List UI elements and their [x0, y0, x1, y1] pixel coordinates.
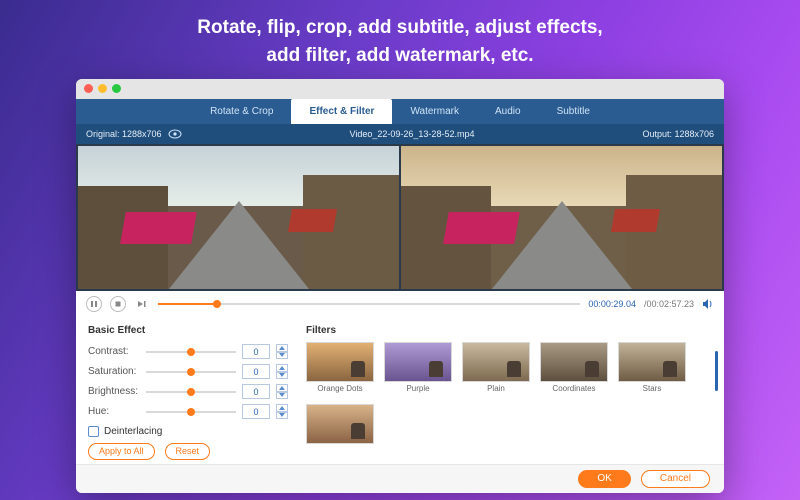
- window-close-button[interactable]: [84, 84, 93, 93]
- brightness-value[interactable]: 0: [242, 384, 270, 399]
- filter-stars[interactable]: Stars: [618, 342, 686, 396]
- controls-area: Basic Effect Contrast: 0 Saturation: 0: [76, 317, 724, 464]
- brightness-stepper[interactable]: [276, 384, 288, 399]
- brightness-step-up[interactable]: [276, 384, 288, 392]
- brightness-slider[interactable]: [146, 387, 236, 397]
- filter-name: Orange Dots: [317, 384, 362, 393]
- filter-name: Stars: [643, 384, 662, 393]
- preview-output: [401, 146, 722, 289]
- tab-subtitle[interactable]: Subtitle: [539, 99, 608, 125]
- hue-slider[interactable]: [146, 407, 236, 417]
- contrast-value[interactable]: 0: [242, 344, 270, 359]
- basic-effect-panel: Basic Effect Contrast: 0 Saturation: 0: [88, 325, 288, 460]
- deinterlacing-label: Deinterlacing: [104, 426, 162, 437]
- ok-button[interactable]: OK: [578, 470, 630, 488]
- saturation-step-down[interactable]: [276, 372, 288, 380]
- window-minimize-button[interactable]: [98, 84, 107, 93]
- saturation-stepper[interactable]: [276, 364, 288, 379]
- seek-slider[interactable]: [158, 299, 580, 309]
- filter-thumbnail: [540, 342, 608, 382]
- next-frame-button[interactable]: [134, 296, 150, 312]
- hue-value[interactable]: 0: [242, 404, 270, 419]
- contrast-slider[interactable]: [146, 347, 236, 357]
- window-titlebar: [76, 79, 724, 99]
- preview-original: [78, 146, 399, 289]
- basic-effect-title: Basic Effect: [88, 325, 288, 336]
- hue-step-down[interactable]: [276, 412, 288, 420]
- contrast-step-down[interactable]: [276, 352, 288, 360]
- editor-window: Rotate & Crop Effect & Filter Watermark …: [76, 79, 724, 493]
- contrast-stepper[interactable]: [276, 344, 288, 359]
- editor-tab-bar: Rotate & Crop Effect & Filter Watermark …: [76, 99, 724, 125]
- filter-purple[interactable]: Purple: [384, 342, 452, 396]
- headline-line-2: add filter, add watermark, etc.: [197, 42, 602, 70]
- source-filename: Video_22-09-26_13-28-52.mp4: [182, 129, 643, 139]
- hue-stepper[interactable]: [276, 404, 288, 419]
- filter-thumbnail: [306, 404, 374, 444]
- contrast-label: Contrast:: [88, 346, 140, 357]
- cancel-button[interactable]: Cancel: [641, 470, 710, 488]
- contrast-step-up[interactable]: [276, 344, 288, 352]
- preview-compare-row: [76, 144, 724, 291]
- saturation-value[interactable]: 0: [242, 364, 270, 379]
- tab-audio[interactable]: Audio: [477, 99, 539, 125]
- stop-button[interactable]: [110, 296, 126, 312]
- playback-current-time: 00:00:29.04: [588, 299, 636, 309]
- playback-bar: 00:00:29.04 /00:02:57.23: [76, 291, 724, 317]
- play-pause-button[interactable]: [86, 296, 102, 312]
- filter-thumbnail: [384, 342, 452, 382]
- filter-name: Coordinates: [552, 384, 595, 393]
- filter-thumbnail: [618, 342, 686, 382]
- filter-coordinates[interactable]: Coordinates: [540, 342, 608, 396]
- filter-extra[interactable]: [306, 404, 374, 458]
- preview-info-bar: Original: 1288x706 Video_22-09-26_13-28-…: [76, 124, 724, 144]
- saturation-step-up[interactable]: [276, 364, 288, 372]
- window-zoom-button[interactable]: [112, 84, 121, 93]
- apply-to-all-button[interactable]: Apply to All: [88, 443, 155, 460]
- headline-line-1: Rotate, flip, crop, add subtitle, adjust…: [197, 14, 602, 42]
- brightness-label: Brightness:: [88, 386, 140, 397]
- tab-watermark[interactable]: Watermark: [392, 99, 477, 125]
- marketing-headline: Rotate, flip, crop, add subtitle, adjust…: [197, 14, 602, 69]
- filters-title: Filters: [306, 325, 712, 336]
- playback-total-time: /00:02:57.23: [644, 299, 694, 309]
- filters-scrollbar[interactable]: [715, 341, 718, 456]
- filter-name: Plain: [487, 384, 505, 393]
- filter-thumbnail: [462, 342, 530, 382]
- deinterlacing-checkbox[interactable]: [88, 426, 99, 437]
- filter-plain[interactable]: Plain: [462, 342, 530, 396]
- tab-rotate-crop[interactable]: Rotate & Crop: [192, 99, 291, 125]
- compare-toggle-icon[interactable]: [168, 129, 182, 139]
- hue-label: Hue:: [88, 406, 140, 417]
- saturation-slider[interactable]: [146, 367, 236, 377]
- saturation-label: Saturation:: [88, 366, 140, 377]
- original-dimensions-label: Original: 1288x706: [86, 129, 162, 139]
- output-dimensions-label: Output: 1288x706: [642, 129, 714, 139]
- brightness-step-down[interactable]: [276, 392, 288, 400]
- hue-step-up[interactable]: [276, 404, 288, 412]
- filter-thumbnail: [306, 342, 374, 382]
- filter-orange-dots[interactable]: Orange Dots: [306, 342, 374, 396]
- volume-icon[interactable]: [702, 298, 714, 310]
- dialog-footer: OK Cancel: [76, 464, 724, 493]
- tab-effect-filter[interactable]: Effect & Filter: [291, 99, 392, 125]
- filters-panel: Filters Orange Dots Purple Plain Coordin…: [306, 325, 712, 460]
- reset-button[interactable]: Reset: [165, 443, 211, 460]
- filter-name: Purple: [406, 384, 429, 393]
